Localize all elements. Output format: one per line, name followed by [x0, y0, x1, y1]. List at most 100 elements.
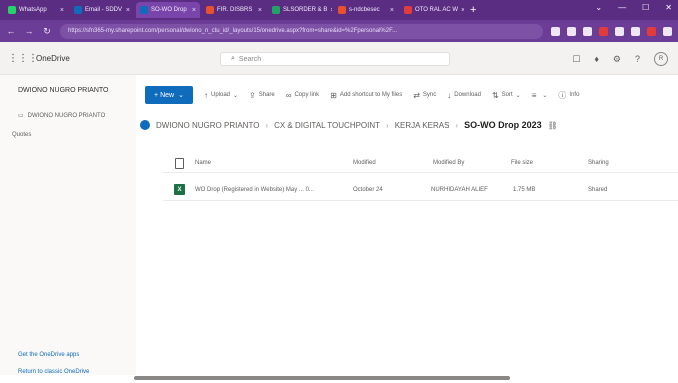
file-modified-by: NURHIDAYAH ALIEF — [431, 186, 488, 193]
sort-label: Sort — [501, 92, 513, 98]
premium-icon[interactable]: ♦ — [594, 54, 599, 64]
browser-tab-6[interactable]: s-ndcbesec × — [334, 2, 398, 18]
maximize-icon[interactable]: ☐ — [642, 3, 649, 12]
close-icon[interactable]: × — [390, 7, 394, 14]
nav-item-folder[interactable]: ▭ DWIONO NUGRO PRIANTO — [18, 112, 105, 120]
browser-tab-whatsapp[interactable]: WhatsApp × — [4, 2, 68, 18]
file-type-icon[interactable] — [175, 158, 184, 169]
sort-icon: ⇅ — [491, 90, 499, 100]
chevron-down-icon: ⌄ — [178, 92, 184, 99]
column-header-sharing[interactable]: Sharing — [588, 160, 609, 166]
upload-icon: ↑ — [204, 90, 208, 100]
browser-tab-email[interactable]: Email - SDDV × — [70, 2, 134, 18]
upload-label: Upload — [211, 92, 231, 98]
share-folder-icon[interactable]: ⛓ — [548, 121, 558, 130]
tab-label: FIR. DISBRS — [217, 7, 253, 13]
table-row[interactable]: X WO Drop (Registered in Website) May ..… — [163, 179, 678, 201]
app-name[interactable]: OneDrive — [36, 54, 70, 63]
url-field[interactable]: https://sfn365-my.sharepoint.com/persona… — [60, 23, 543, 39]
sync-icon: ⇄ — [413, 90, 420, 100]
view-button[interactable]: ≡ ⌄ — [532, 91, 548, 100]
profile-icon[interactable] — [647, 26, 656, 36]
classic-onedrive-link[interactable]: Return to classic OneDrive — [18, 369, 89, 375]
browser-tab-7[interactable]: OTO RAL AC W × — [400, 2, 464, 18]
info-icon: ⓘ — [558, 90, 567, 100]
browser-tab-bar: WhatsApp × Email - SDDV × SO-WO Drop × F… — [0, 0, 678, 20]
suite-icons: ☐ ♦ ⚙ ? R — [572, 52, 668, 66]
folder-icon: ▭ — [18, 113, 24, 119]
close-window-icon[interactable]: ✕ — [665, 3, 672, 12]
file-modified: October 24 — [353, 186, 383, 193]
new-tab-button[interactable]: + — [470, 4, 476, 16]
tab-label: SLSORDER & B — [283, 7, 328, 13]
minimize-icon[interactable]: — — [618, 3, 626, 12]
browser-tab-onedrive[interactable]: SO-WO Drop × — [136, 2, 200, 18]
add-shortcut-label: Add shortcut to My files — [339, 92, 403, 98]
app-launcher-icon[interactable]: ⋮⋮⋮ — [8, 53, 38, 64]
share-icon[interactable] — [551, 26, 560, 36]
chevron-down-icon[interactable]: ⌄ — [595, 3, 602, 12]
extension-icon[interactable] — [599, 26, 608, 36]
file-name[interactable]: WO Drop (Registered in Website) May ... … — [195, 187, 314, 193]
share-button[interactable]: ⇪ Share — [249, 91, 275, 100]
nav-user-name[interactable]: DWIONO NUGRO PRIANTO — [18, 87, 108, 94]
excel-file-icon: X — [174, 184, 185, 195]
search-input[interactable]: ⌕ Search — [220, 52, 450, 66]
list-view-icon: ≡ — [531, 90, 537, 100]
info-button[interactable]: ⓘ Info — [558, 90, 579, 101]
share-label: Share — [258, 92, 275, 98]
help-icon[interactable]: ? — [635, 54, 640, 64]
breadcrumb-item[interactable]: DWIONO NUGRO PRIANTO — [156, 121, 259, 130]
close-icon[interactable]: × — [258, 7, 262, 14]
info-label: Info — [569, 92, 580, 98]
close-icon[interactable]: × — [461, 7, 464, 14]
whatsapp-icon — [8, 6, 16, 14]
search-placeholder: Search — [238, 55, 262, 63]
chevron-down-icon: ⌄ — [233, 92, 239, 99]
back-icon[interactable]: ← — [6, 26, 16, 36]
download-label: Download — [454, 92, 481, 98]
forward-icon[interactable]: → — [24, 26, 34, 36]
gear-icon[interactable]: ⚙ — [613, 54, 621, 65]
column-header-name[interactable]: Name — [195, 160, 211, 166]
share-icon: ⇪ — [249, 90, 256, 100]
close-icon[interactable]: × — [60, 7, 64, 14]
new-button-label: + New — [154, 91, 175, 99]
copy-link-button[interactable]: ∞ Copy link — [286, 91, 319, 100]
sidebar-icon[interactable] — [631, 26, 640, 36]
window-controls: ⌄ — ☐ ✕ — [595, 3, 672, 12]
file-size: 1.75 MB — [513, 186, 536, 193]
avatar[interactable]: R — [654, 52, 668, 66]
puzzle-icon[interactable] — [615, 26, 624, 36]
star-icon[interactable] — [567, 26, 576, 36]
column-header-file-size[interactable]: File size — [511, 160, 533, 166]
browser-tab-5[interactable]: SLSORDER & B × — [268, 2, 332, 18]
new-button[interactable]: + New ⌄ — [145, 86, 193, 104]
browser-tab-4[interactable]: FIR. DISBRS × — [202, 2, 266, 18]
menu-icon[interactable] — [663, 26, 672, 36]
onedrive-suite-bar: ⋮⋮⋮ OneDrive ⌕ Search ☐ ♦ ⚙ ? R — [0, 42, 678, 75]
sync-button[interactable]: ⇄ Sync — [413, 91, 436, 100]
my-day-icon[interactable]: ☐ — [572, 54, 580, 65]
column-header-modified[interactable]: Modified — [353, 160, 376, 166]
download-button[interactable]: ↓ Download — [447, 91, 481, 100]
close-icon[interactable]: × — [126, 7, 130, 14]
excel-icon — [272, 6, 280, 14]
tab-label: Email - SDDV — [85, 7, 123, 13]
get-apps-link[interactable]: Get the OneDrive apps — [18, 352, 79, 358]
add-shortcut-button[interactable]: ⊞ Add shortcut to My files — [330, 91, 402, 100]
horizontal-scrollbar[interactable] — [134, 376, 510, 380]
nav-section-label[interactable]: Quotes — [12, 132, 31, 138]
upload-button[interactable]: ↑ Upload ⌄ — [204, 91, 238, 100]
column-header-modified-by[interactable]: Modified By — [433, 160, 464, 166]
close-icon[interactable]: × — [330, 7, 332, 14]
outlook-icon — [74, 6, 82, 14]
tab-label: s-ndcbesec — [349, 7, 380, 13]
close-icon[interactable]: × — [192, 7, 196, 14]
extension-icon[interactable] — [583, 26, 592, 36]
sort-button[interactable]: ⇅ Sort ⌄ — [492, 91, 521, 100]
breadcrumb-separator: › — [455, 120, 459, 130]
reload-icon[interactable]: ↻ — [42, 26, 52, 37]
breadcrumb-item[interactable]: CX & DIGITAL TOUCHPOINT — [274, 121, 380, 130]
breadcrumb-item[interactable]: KERJA KERAS — [395, 121, 450, 130]
